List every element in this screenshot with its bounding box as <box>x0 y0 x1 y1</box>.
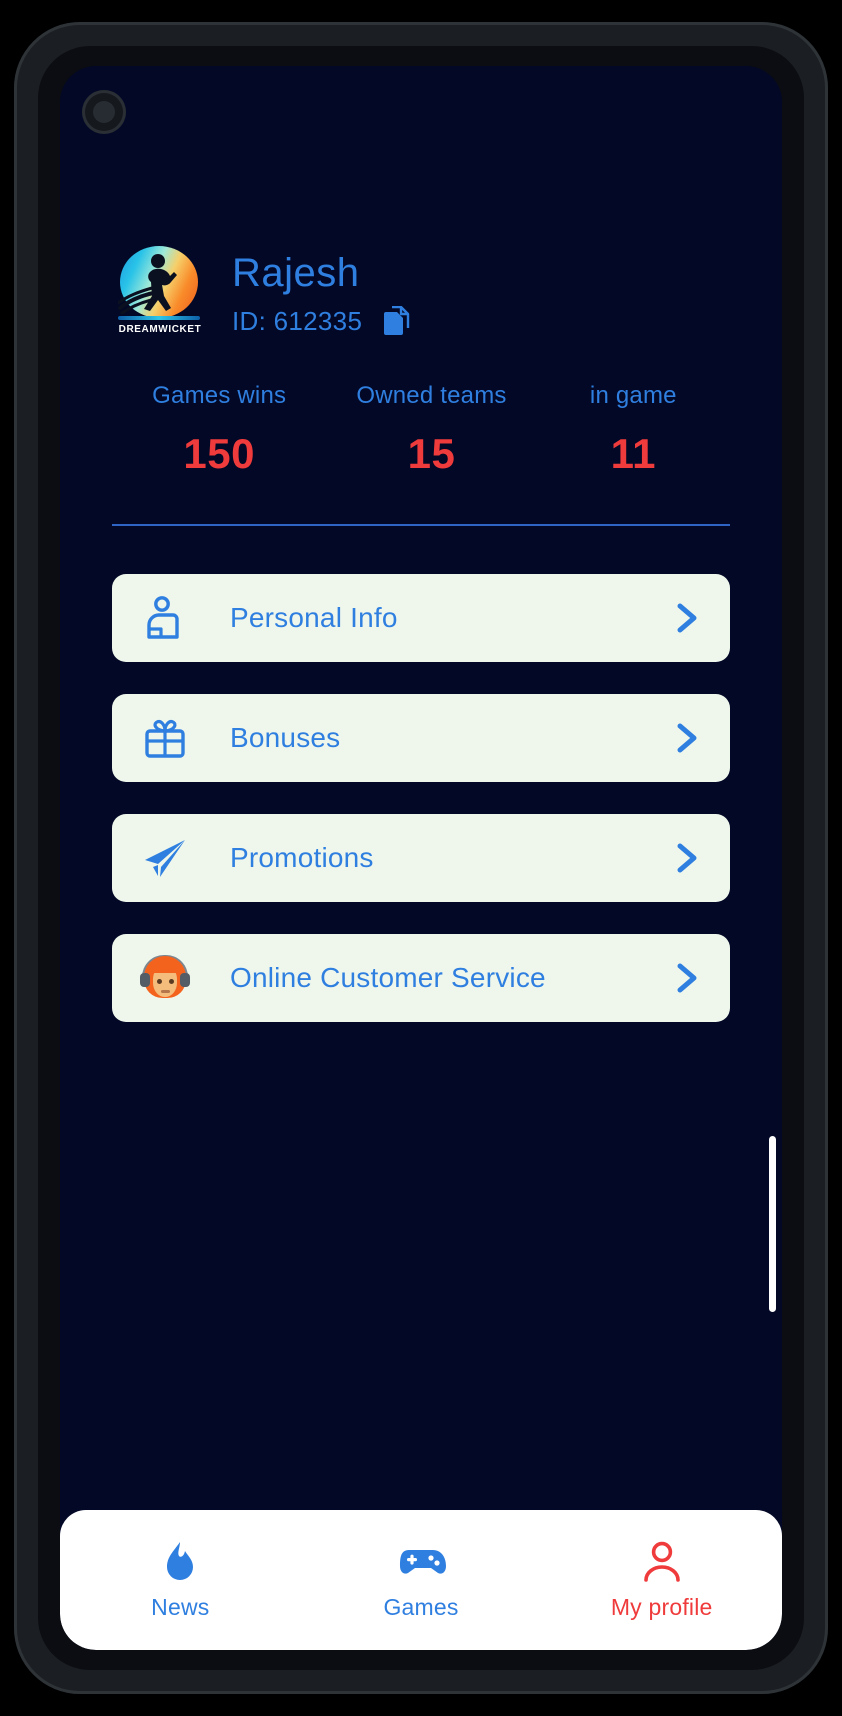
logo-wordmark: DREAMWICKET <box>118 324 202 335</box>
stat-value: 150 <box>183 430 255 477</box>
stat-value: 11 <box>610 430 656 477</box>
stat-in-game: in game 11 <box>537 382 730 478</box>
front-camera-icon <box>82 90 126 134</box>
section-divider <box>112 524 730 526</box>
menu-item-promotions[interactable]: Promotions <box>112 814 730 902</box>
menu-item-label: Personal Info <box>230 602 398 633</box>
nav-item-label: My profile <box>610 1593 713 1620</box>
gamepad-icon <box>395 1540 447 1584</box>
stat-value: 15 <box>407 430 456 477</box>
person-icon <box>641 1540 683 1584</box>
nav-item-games[interactable]: Games <box>301 1540 542 1621</box>
profile-menu: Personal Info Bonuses Promotions Online … <box>112 574 730 1022</box>
nav-item-label: Games <box>383 1593 459 1620</box>
nav-item-label: News <box>151 1593 210 1620</box>
logo-motion-streak-icon <box>118 286 162 314</box>
profile-header: DREAMWICKET Rajesh ID: 612335 <box>60 66 782 340</box>
stat-label: in game <box>589 382 677 409</box>
stat-label: Games wins <box>152 382 287 409</box>
menu-item-label: Bonuses <box>230 722 341 753</box>
app-screen: DREAMWICKET Rajesh ID: 612335 Games wins… <box>60 66 782 1650</box>
menu-item-label: Online Customer Service <box>230 962 546 993</box>
user-card-icon <box>138 591 192 645</box>
user-meta: Rajesh ID: 612335 <box>232 248 410 337</box>
stat-games-wins: Games wins 150 <box>112 382 326 478</box>
copy-icon[interactable] <box>382 306 410 336</box>
stat-label: Owned teams <box>356 382 507 409</box>
stat-owned-teams: Owned teams 15 <box>326 382 536 478</box>
nav-item-news[interactable]: News <box>60 1540 301 1621</box>
menu-item-personal-info[interactable]: Personal Info <box>112 574 730 662</box>
menu-item-bonuses[interactable]: Bonuses <box>112 694 730 782</box>
scrollbar-thumb[interactable] <box>769 1136 776 1312</box>
user-id-row: ID: 612335 <box>232 306 410 337</box>
paper-plane-icon <box>138 831 192 885</box>
flame-icon <box>159 1540 201 1584</box>
dreamwicket-logo-icon: DREAMWICKET <box>112 244 208 340</box>
phone-inner-bezel: DREAMWICKET Rajesh ID: 612335 Games wins… <box>38 46 804 1670</box>
menu-item-label: Promotions <box>230 842 374 873</box>
chevron-right-icon <box>672 961 702 995</box>
chevron-right-icon <box>672 601 702 635</box>
support-agent-icon <box>138 951 192 1005</box>
user-name: Rajesh <box>232 250 360 295</box>
stats-row: Games wins 150 Owned teams 15 in game 11 <box>112 382 730 478</box>
chevron-right-icon <box>672 841 702 875</box>
menu-item-online-customer-service[interactable]: Online Customer Service <box>112 934 730 1022</box>
gift-icon <box>138 711 192 765</box>
bottom-navigation: News Games My profile <box>60 1510 782 1650</box>
chevron-right-icon <box>672 721 702 755</box>
nav-item-my-profile[interactable]: My profile <box>541 1540 782 1621</box>
user-id: ID: 612335 <box>232 305 363 336</box>
phone-frame: DREAMWICKET Rajesh ID: 612335 Games wins… <box>14 22 828 1694</box>
